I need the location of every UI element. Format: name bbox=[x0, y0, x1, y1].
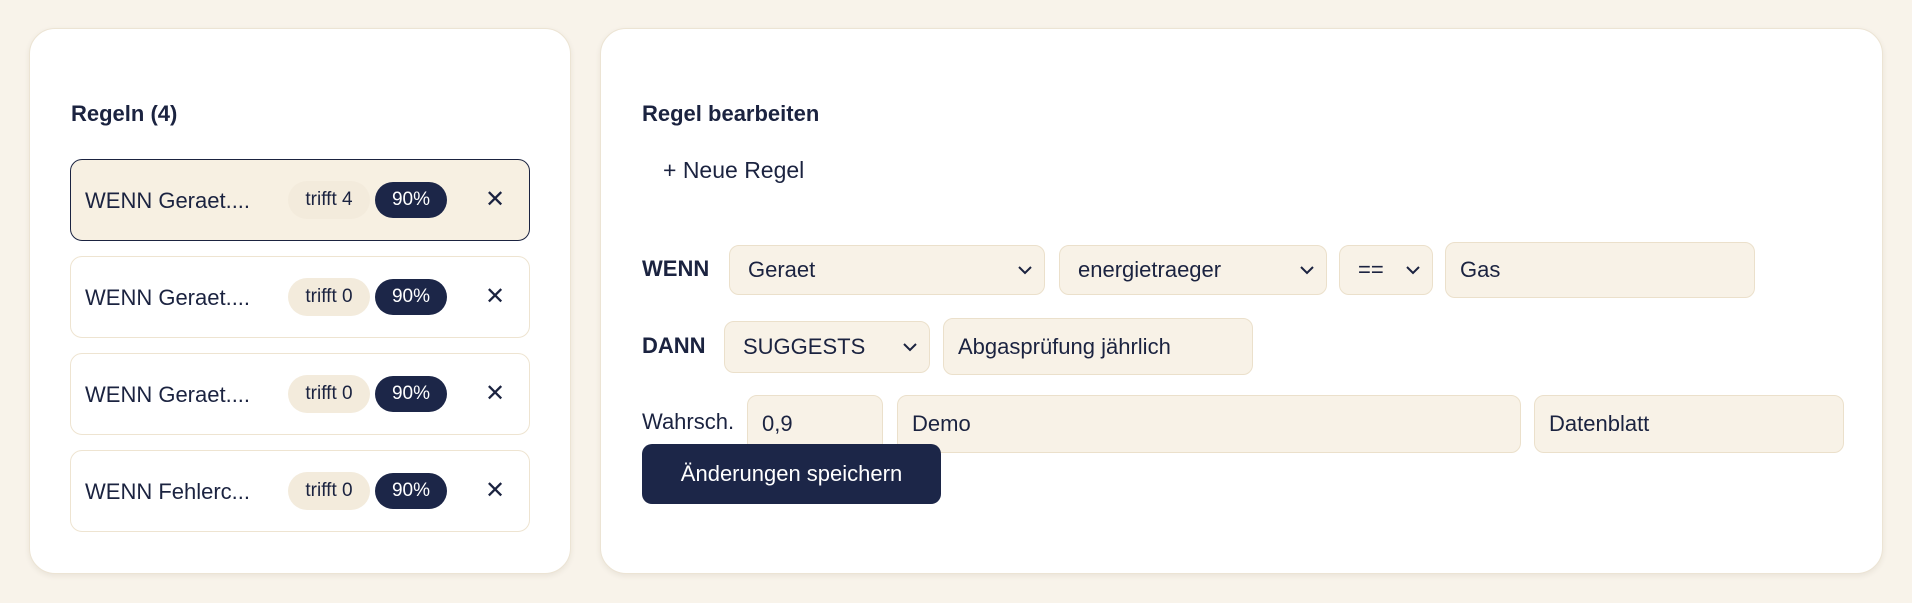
close-icon: ✕ bbox=[484, 380, 506, 407]
hit-count-badge: trifft 0 bbox=[288, 472, 370, 510]
chevron-down-icon bbox=[1404, 246, 1422, 294]
attribute-select[interactable]: energietraeger bbox=[1059, 245, 1327, 295]
rule-editor-panel: Regel bearbeiten + Neue Regel WENN Gerae… bbox=[600, 28, 1883, 574]
delete-rule-button[interactable]: ✕ bbox=[475, 469, 515, 513]
reference-input[interactable]: Datenblatt bbox=[1534, 395, 1844, 453]
chevron-down-icon bbox=[1298, 246, 1316, 294]
rules-panel: Regeln (4) WENN Geraet.... trifft 4 90% … bbox=[29, 28, 571, 574]
entity-select[interactable]: Geraet bbox=[729, 245, 1045, 295]
rules-panel-title: Regeln (4) bbox=[71, 101, 178, 126]
if-label: WENN bbox=[642, 256, 710, 281]
delete-rule-button[interactable]: ✕ bbox=[475, 178, 515, 222]
rule-text: WENN Geraet.... bbox=[85, 188, 251, 213]
hit-count-badge: trifft 0 bbox=[288, 375, 370, 413]
delete-rule-button[interactable]: ✕ bbox=[475, 275, 515, 319]
source-input[interactable]: Demo bbox=[897, 395, 1521, 453]
editor-title: Regel bearbeiten bbox=[642, 101, 820, 126]
hit-count-badge: trifft 4 bbox=[288, 181, 370, 219]
action-select-value: SUGGESTS bbox=[743, 334, 866, 359]
rule-item[interactable]: WENN Fehlerc... trifft 0 90% ✕ bbox=[70, 450, 530, 532]
action-select[interactable]: SUGGESTS bbox=[724, 321, 930, 373]
rule-text: WENN Geraet.... bbox=[85, 382, 251, 407]
action-value-input[interactable]: Abgasprüfung jährlich bbox=[943, 318, 1253, 375]
delete-rule-button[interactable]: ✕ bbox=[475, 372, 515, 416]
chevron-down-icon bbox=[901, 322, 919, 372]
hit-count-badge: trifft 0 bbox=[288, 278, 370, 316]
chevron-down-icon bbox=[1016, 246, 1034, 294]
close-icon: ✕ bbox=[484, 477, 506, 504]
close-icon: ✕ bbox=[484, 186, 506, 213]
save-changes-button[interactable]: Änderungen speichern bbox=[642, 444, 941, 504]
rule-item[interactable]: WENN Geraet.... trifft 0 90% ✕ bbox=[70, 353, 530, 435]
rule-text: WENN Geraet.... bbox=[85, 285, 251, 310]
rule-item[interactable]: WENN Geraet.... trifft 4 90% ✕ bbox=[70, 159, 530, 241]
probability-badge: 90% bbox=[375, 376, 447, 412]
rule-text: WENN Fehlerc... bbox=[85, 479, 251, 504]
probability-label: Wahrsch. bbox=[642, 409, 735, 434]
operator-select[interactable]: == bbox=[1339, 245, 1433, 295]
operator-select-value: == bbox=[1358, 257, 1384, 282]
probability-badge: 90% bbox=[375, 473, 447, 509]
then-label: DANN bbox=[642, 333, 706, 358]
probability-badge: 90% bbox=[375, 182, 447, 218]
attribute-select-value: energietraeger bbox=[1078, 257, 1222, 282]
close-icon: ✕ bbox=[484, 283, 506, 310]
entity-select-value: Geraet bbox=[748, 257, 816, 282]
probability-badge: 90% bbox=[375, 279, 447, 315]
new-rule-button[interactable]: + Neue Regel bbox=[663, 157, 804, 184]
condition-value-input[interactable]: Gas bbox=[1445, 242, 1755, 298]
rule-item[interactable]: WENN Geraet.... trifft 0 90% ✕ bbox=[70, 256, 530, 338]
